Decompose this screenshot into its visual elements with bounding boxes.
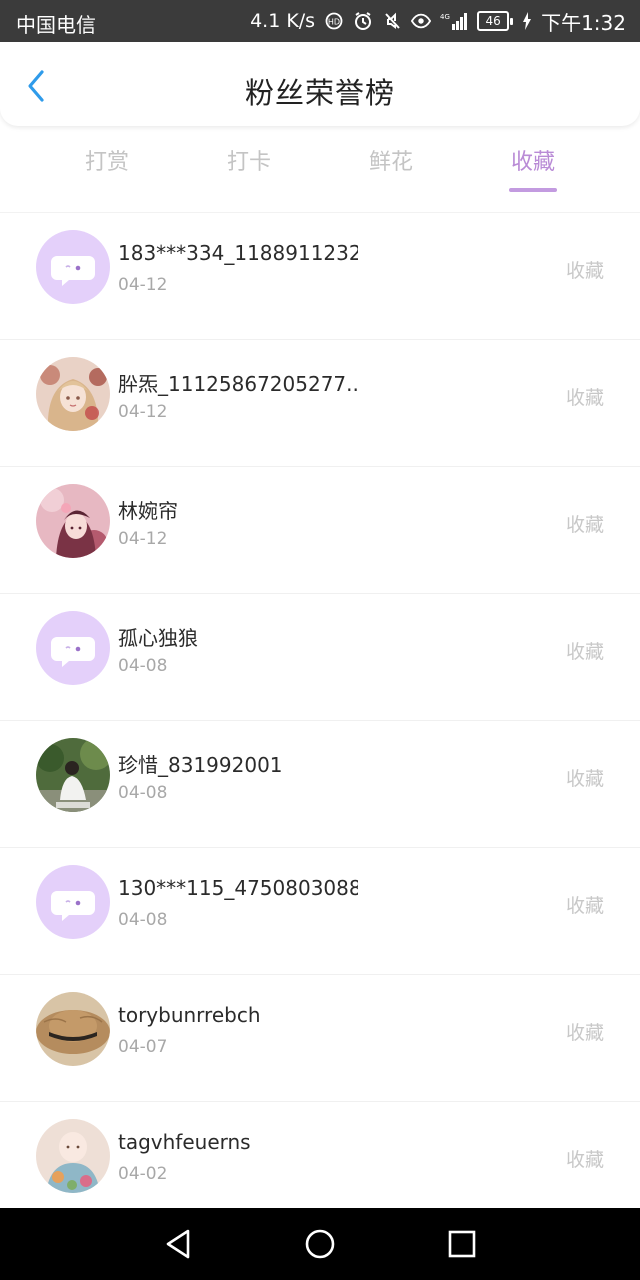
tab-bar: 打赏 打卡 鲜花 收藏 — [0, 126, 640, 212]
network-speed: 4.1 K/s — [250, 10, 316, 32]
action-label: 收藏 — [565, 768, 604, 790]
fan-name: 183***334_1188911232 — [118, 241, 358, 265]
battery-level: 46 — [477, 11, 510, 31]
list-item[interactable]: 珍惜_831992001 04-08 收藏 — [0, 720, 640, 847]
nav-back-button[interactable] — [158, 1224, 198, 1264]
tab-checkin[interactable]: 打卡 — [194, 144, 304, 176]
fan-date: 04-12 — [118, 529, 168, 549]
circle-home-icon — [305, 1229, 335, 1259]
photo-person-avatar-icon — [36, 738, 110, 812]
status-bar: 中国电信 4.1 K/s HD 4G 46 下午1:32 — [0, 0, 640, 42]
avatar — [36, 865, 110, 939]
illustrated-baby-avatar-icon — [36, 1119, 110, 1193]
fan-date: 04-07 — [118, 1037, 168, 1057]
list-item[interactable]: 130***115_4750803088 04-08 收藏 — [0, 847, 640, 974]
straw-hat-avatar-icon — [36, 992, 110, 1066]
fan-name: 130***115_4750803088 — [118, 876, 358, 900]
fan-date: 04-12 — [118, 402, 168, 422]
action-label: 收藏 — [565, 641, 604, 663]
active-tab-indicator — [509, 188, 557, 192]
avatar — [36, 611, 110, 685]
alarm-icon — [353, 11, 373, 31]
app-header: 粉丝荣誉榜 — [0, 42, 640, 126]
tab-flowers[interactable]: 鲜花 — [336, 144, 446, 176]
fan-name: 孤心独狼 — [118, 626, 198, 650]
nav-recents-button[interactable] — [442, 1224, 482, 1264]
fan-date: 04-12 — [118, 275, 168, 295]
action-label: 收藏 — [565, 1149, 604, 1171]
fan-name: 林婉帘 — [118, 499, 178, 523]
avatar — [36, 357, 110, 431]
svg-text:HD: HD — [328, 18, 340, 27]
system-nav-bar — [0, 1208, 640, 1280]
battery-indicator: 46 — [477, 11, 514, 31]
avatar — [36, 992, 110, 1066]
eye-icon — [411, 11, 432, 31]
list-item[interactable]: 肸炁_11125867205277... 04-12 收藏 — [0, 339, 640, 466]
fan-date: 04-02 — [118, 1164, 168, 1184]
status-icons: 4.1 K/s HD 4G 46 下午1:32 — [250, 0, 626, 42]
carrier-label: 中国电信 — [16, 13, 96, 37]
list-item[interactable]: torybunrrebch 04-07 收藏 — [0, 974, 640, 1101]
fan-name: 珍惜_831992001 — [118, 753, 283, 777]
fan-name: tagvhfeuerns — [118, 1130, 251, 1154]
svg-text:4G: 4G — [440, 13, 450, 21]
fan-name: torybunrrebch — [118, 1003, 261, 1027]
default-avatar-icon — [36, 611, 110, 685]
clock: 下午1:32 — [541, 10, 626, 35]
fan-date: 04-08 — [118, 910, 168, 930]
screen: 中国电信 4.1 K/s HD 4G 46 下午1:32 粉丝荣誉榜 打赏 打卡… — [0, 0, 640, 1280]
illustrated-girl-avatar-icon — [36, 357, 110, 431]
tab-favorites[interactable]: 收藏 — [478, 144, 588, 176]
hd-icon: HD — [324, 11, 344, 31]
action-label: 收藏 — [565, 895, 604, 917]
action-label: 收藏 — [565, 514, 604, 536]
mute-icon — [382, 11, 402, 31]
avatar — [36, 230, 110, 304]
list-item[interactable]: 林婉帘 04-12 收藏 — [0, 466, 640, 593]
default-avatar-icon — [36, 865, 110, 939]
triangle-back-icon — [166, 1229, 190, 1259]
default-avatar-icon — [36, 230, 110, 304]
avatar — [36, 738, 110, 812]
fan-list: 183***334_1188911232 04-12 收藏 肸炁_1112586… — [0, 212, 640, 1228]
4g-signal-icon: 4G — [440, 11, 468, 31]
list-item[interactable]: 孤心独狼 04-08 收藏 — [0, 593, 640, 720]
action-label: 收藏 — [565, 387, 604, 409]
action-label: 收藏 — [565, 1022, 604, 1044]
list-item[interactable]: 183***334_1188911232 04-12 收藏 — [0, 212, 640, 339]
nav-home-button[interactable] — [300, 1224, 340, 1264]
avatar — [36, 484, 110, 558]
tab-tip[interactable]: 打赏 — [52, 144, 162, 176]
fan-date: 04-08 — [118, 783, 168, 803]
action-label: 收藏 — [565, 260, 604, 282]
avatar — [36, 1119, 110, 1193]
illustrated-woman-avatar-icon — [36, 484, 110, 558]
charging-icon — [522, 11, 532, 31]
fan-date: 04-08 — [118, 656, 168, 676]
square-recents-icon — [448, 1230, 476, 1258]
fan-name: 肸炁_11125867205277... — [118, 372, 358, 396]
page-title: 粉丝荣誉榜 — [244, 76, 395, 110]
battery-tip — [510, 17, 514, 25]
